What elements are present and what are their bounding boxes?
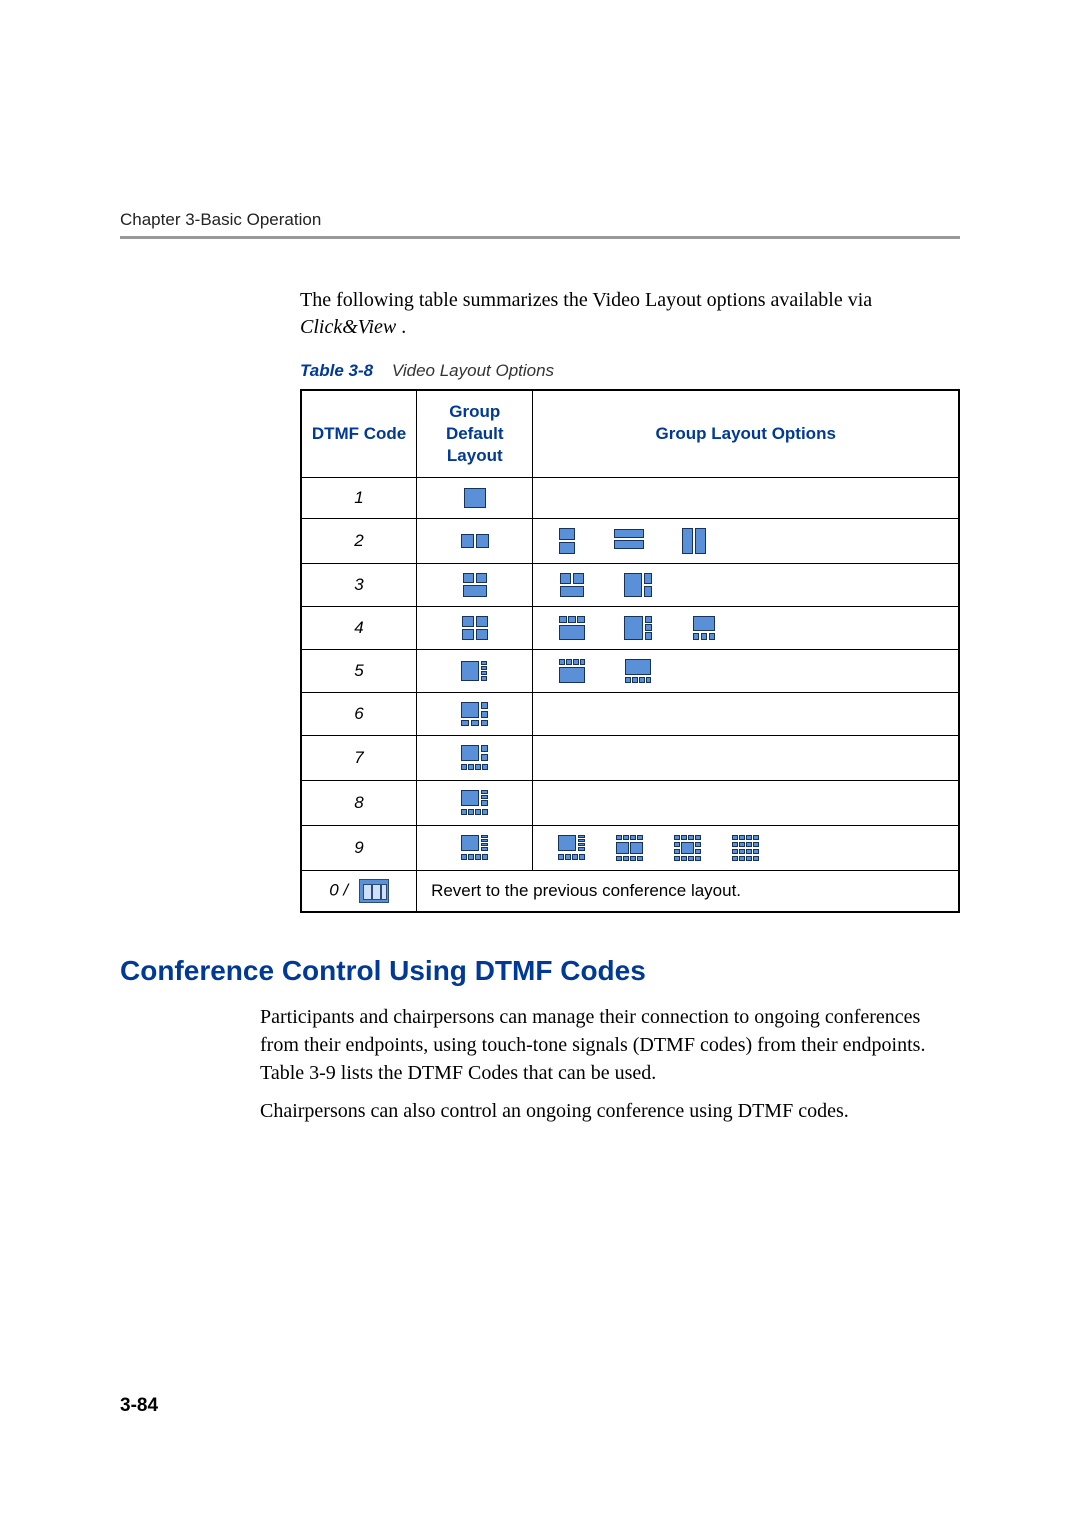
- header-rule: [120, 236, 960, 239]
- layout-1+12-icon: [673, 834, 703, 862]
- layout-2stack-icon: [557, 527, 577, 555]
- layout-1+7-icon: [460, 789, 490, 817]
- dtmf-code: 5: [301, 650, 417, 693]
- section-heading: Conference Control Using DTMF Codes: [120, 955, 960, 987]
- intro-text-b: .: [396, 316, 406, 338]
- layout-2wide-icon: [613, 527, 645, 551]
- default-layout-cell: [417, 650, 533, 693]
- running-head: Chapter 3-Basic Operation: [120, 210, 960, 230]
- dtmf-code: 8: [301, 781, 417, 826]
- page: Chapter 3-Basic Operation The following …: [0, 0, 1080, 1527]
- layout-1+3right-icon: [623, 615, 653, 641]
- dtmf-code: 6: [301, 693, 417, 736]
- layout-options-cell: [533, 519, 959, 564]
- layout-2tall-icon: [681, 527, 707, 555]
- table-row: 0 / Revert to the previous conference la…: [301, 871, 959, 913]
- video-layout-table: DTMF Code Group Default Layout Group Lay…: [300, 389, 960, 913]
- default-layout-cell: [417, 607, 533, 650]
- intro-paragraph: The following table summarizes the Video…: [300, 287, 960, 341]
- table-row: 1: [301, 478, 959, 519]
- section-body: Participants and chairpersons can manage…: [260, 1003, 960, 1125]
- default-layout-cell: [417, 564, 533, 607]
- dtmf-code: 7: [301, 736, 417, 781]
- layout-4x4-icon: [731, 834, 761, 862]
- th-default-layout: Group Default Layout: [417, 390, 533, 478]
- intro-text-a: The following table summarizes the Video…: [300, 289, 872, 311]
- layout-options-cell: [533, 650, 959, 693]
- dtmf-code: 1: [301, 478, 417, 519]
- th-default-l3: Layout: [447, 446, 503, 465]
- th-layout-options: Group Layout Options: [533, 390, 959, 478]
- table-row: 2: [301, 519, 959, 564]
- layout-1+5-icon: [460, 701, 490, 727]
- th-default-l2: Default: [446, 424, 504, 443]
- layout-1+3bottom-icon: [689, 615, 719, 641]
- dtmf-code: 0 /: [301, 871, 417, 913]
- layout-options-cell: [533, 693, 959, 736]
- layout-3top-1big-icon: [557, 615, 587, 641]
- intro-emphasis: Click&View: [300, 316, 396, 338]
- layout-2x2-icon: [461, 615, 489, 641]
- layout-1+8-alt-icon: [557, 834, 587, 862]
- layout-1+8-icon: [460, 834, 490, 862]
- dtmf-code: 3: [301, 564, 417, 607]
- dtmf-code: 9: [301, 826, 417, 871]
- default-layout-cell: [417, 781, 533, 826]
- layout-options-cell: [533, 478, 959, 519]
- table-header-row: DTMF Code Group Default Layout Group Lay…: [301, 390, 959, 478]
- dtmf-code: 2: [301, 519, 417, 564]
- layout-1x2-icon: [460, 529, 490, 553]
- layout-options-cell: [533, 736, 959, 781]
- layout-1+4right-icon: [460, 658, 490, 684]
- layout-4top-1big-icon: [557, 658, 587, 684]
- layout-1over2-icon: [460, 572, 490, 598]
- layout-options-cell: [533, 607, 959, 650]
- revert-description: Revert to the previous conference layout…: [417, 871, 959, 913]
- table-label: Table 3-8: [300, 361, 373, 380]
- dtmf-code-0: 0 /: [329, 881, 348, 900]
- layout-options-cell: [533, 781, 959, 826]
- th-dtmf-code: DTMF Code: [301, 390, 417, 478]
- revert-layout-icon: [359, 879, 389, 903]
- layout-1+4bottom-icon: [623, 658, 653, 684]
- table-row: 5: [301, 650, 959, 693]
- table-row: 6: [301, 693, 959, 736]
- th-default-l1: Group: [449, 402, 500, 421]
- layout-2over1-icon: [557, 572, 587, 598]
- table-row: 3: [301, 564, 959, 607]
- page-number: 3-84: [120, 1395, 158, 1417]
- dtmf-code: 4: [301, 607, 417, 650]
- default-layout-cell: [417, 519, 533, 564]
- layout-2+8-icon: [615, 834, 645, 862]
- layout-1x1-icon: [460, 486, 490, 510]
- table-title: Video Layout Options: [392, 361, 554, 380]
- table-caption: Table 3-8 Video Layout Options: [300, 361, 960, 381]
- table-row: 8: [301, 781, 959, 826]
- layout-1+6-icon: [460, 744, 490, 772]
- table-row: 4: [301, 607, 959, 650]
- table-row: 7: [301, 736, 959, 781]
- layout-options-cell: [533, 826, 959, 871]
- default-layout-cell: [417, 478, 533, 519]
- layout-options-cell: [533, 564, 959, 607]
- section-paragraph-2: Chairpersons can also control an ongoing…: [260, 1097, 960, 1125]
- layout-1+2right-icon: [623, 572, 653, 598]
- default-layout-cell: [417, 736, 533, 781]
- default-layout-cell: [417, 693, 533, 736]
- table-row: 9: [301, 826, 959, 871]
- default-layout-cell: [417, 826, 533, 871]
- section-paragraph-1: Participants and chairpersons can manage…: [260, 1003, 960, 1087]
